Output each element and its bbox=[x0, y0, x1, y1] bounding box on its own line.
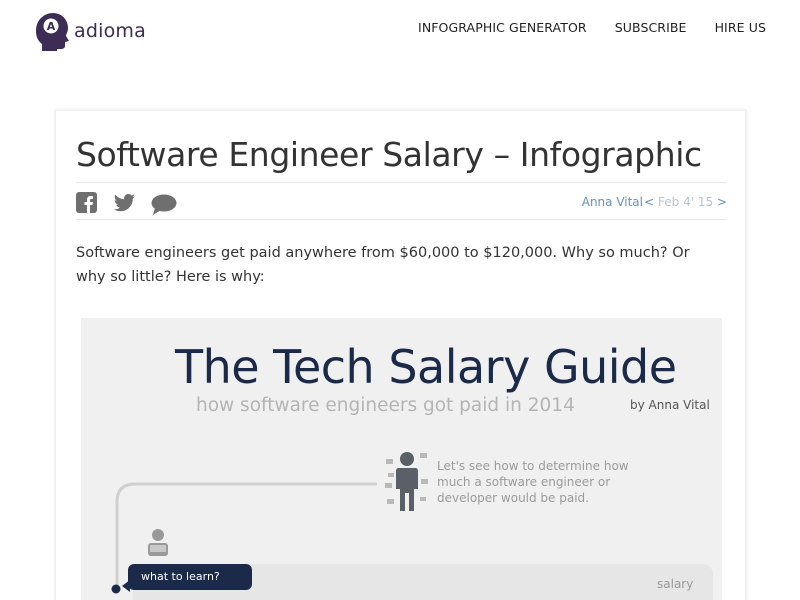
infographic-title: The Tech Salary Guide bbox=[175, 340, 677, 394]
share-bar bbox=[76, 190, 193, 220]
facebook-icon[interactable] bbox=[76, 192, 97, 218]
infographic-caption: Let's see how to determine how much a so… bbox=[437, 459, 629, 505]
main-nav: INFOGRAPHIC GENERATOR SUBSCRIBE HIRE US bbox=[390, 20, 766, 35]
logo-text: adioma bbox=[74, 20, 146, 42]
comment-icon[interactable] bbox=[151, 190, 177, 220]
site-header: A adioma INFOGRAPHIC GENERATOR SUBSCRIBE… bbox=[0, 0, 800, 60]
reading-person-icon bbox=[148, 529, 168, 556]
infographic-image: The Tech Salary Guide how software engin… bbox=[81, 318, 722, 600]
post-meta-bar: Anna Vital < Feb 4' 15 > bbox=[76, 182, 727, 220]
timeline-dot bbox=[111, 584, 121, 594]
nav-infographic-generator[interactable]: INFOGRAPHIC GENERATOR bbox=[418, 20, 587, 35]
nav-subscribe[interactable]: SUBSCRIBE bbox=[615, 20, 687, 35]
svg-text:A: A bbox=[47, 20, 56, 33]
author-link[interactable]: Anna Vital bbox=[582, 195, 643, 209]
date-nav: < Feb 4' 15 > bbox=[644, 195, 727, 209]
next-post-arrow[interactable]: > bbox=[717, 195, 727, 209]
post-date: Feb 4' 15 bbox=[658, 195, 714, 209]
nav-hire-us[interactable]: HIRE US bbox=[715, 20, 766, 35]
twitter-icon[interactable] bbox=[113, 193, 135, 217]
infographic-byline: by Anna Vital bbox=[630, 398, 710, 412]
prev-post-arrow[interactable]: < bbox=[644, 195, 654, 209]
post-title: Software Engineer Salary – Infographic bbox=[76, 135, 702, 174]
salary-label: salary bbox=[657, 577, 694, 591]
logo-link[interactable]: A adioma bbox=[30, 11, 146, 51]
question-bubble: what to learn? bbox=[128, 564, 252, 590]
post-card: Software Engineer Salary – Infographic A… bbox=[55, 110, 746, 600]
post-intro: Software engineers get paid anywhere fro… bbox=[76, 245, 690, 285]
engineer-figure-icon bbox=[385, 452, 428, 511]
infographic-subtitle: how software engineers got paid in 2014 bbox=[196, 395, 575, 416]
logo-head-icon: A bbox=[36, 13, 69, 51]
